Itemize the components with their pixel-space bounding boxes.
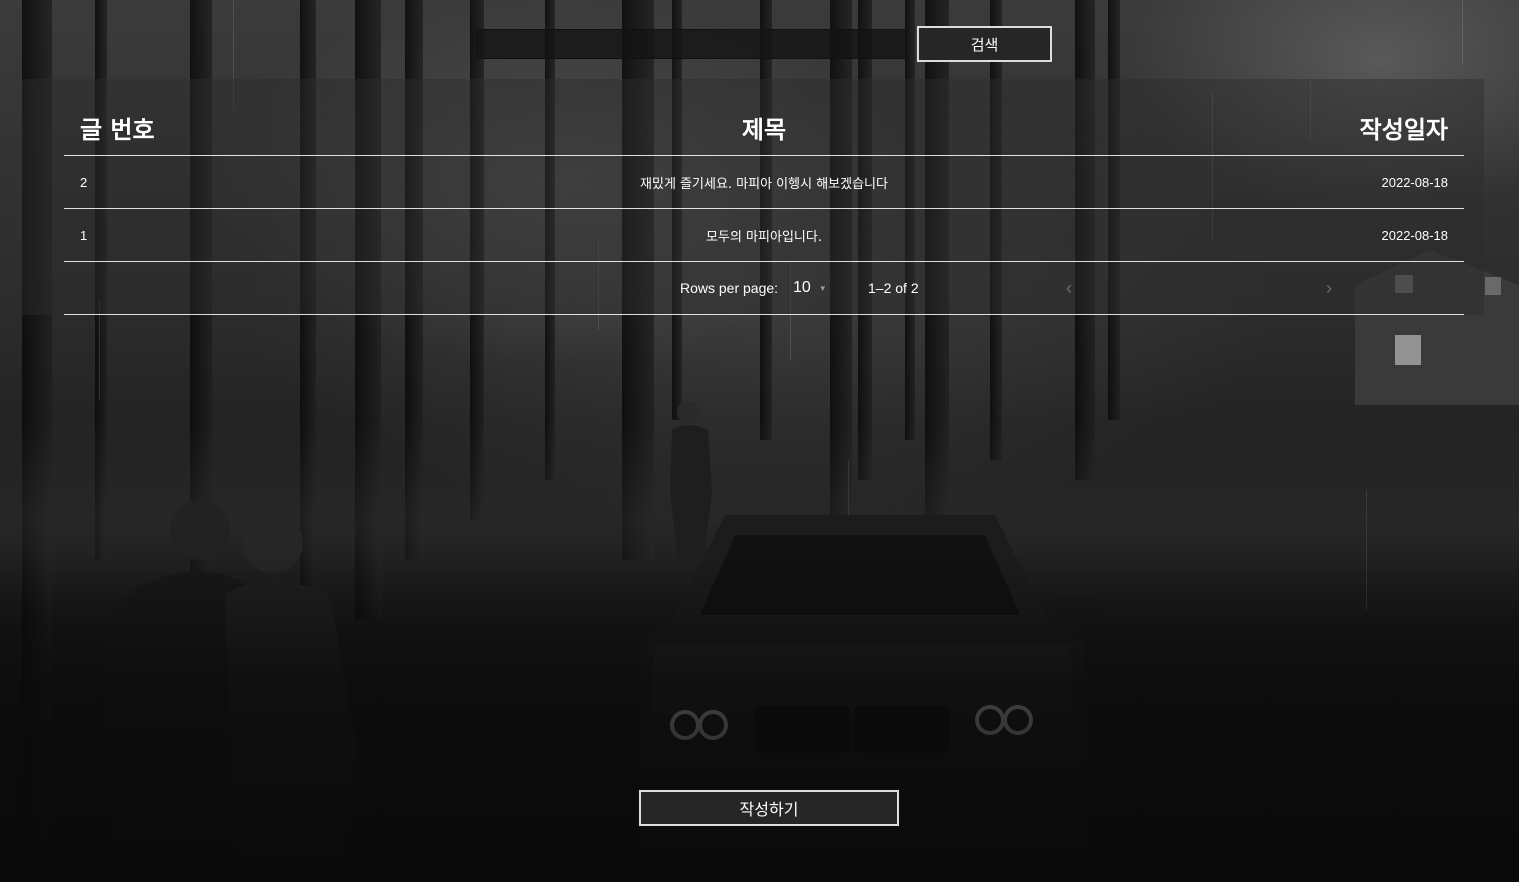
rows-per-page-value: 10 [793, 279, 811, 296]
header-number: 글 번호 [80, 115, 155, 144]
row-title[interactable]: 재밌게 즐기세요. 마피아 이헹시 해보겠습니다 [384, 173, 1144, 192]
chevron-right-icon[interactable]: › [1326, 278, 1332, 299]
rows-per-page-select[interactable]: 10 ▼ [793, 279, 827, 297]
row-date: 2022-08-18 [1381, 227, 1449, 243]
table-pagination: Rows per page: 10 ▼ 1–2 of 2 ‹ › [64, 262, 1464, 315]
header-title: 제목 [741, 115, 787, 144]
page-range: 1–2 of 2 [868, 280, 919, 296]
row-number: 2 [80, 174, 88, 190]
table-header: 글 번호 제목 작성일자 [64, 99, 1464, 156]
table-row[interactable]: 1 모두의 마피아입니다. 2022-08-18 [64, 209, 1464, 262]
row-title[interactable]: 모두의 마피아입니다. [384, 226, 1144, 245]
header-date: 작성일자 [1359, 115, 1448, 144]
row-number: 1 [80, 227, 88, 243]
search-button[interactable]: 검색 [917, 26, 1052, 62]
search-input[interactable] [476, 29, 906, 59]
rows-per-page-label: Rows per page: [680, 280, 779, 296]
write-post-button[interactable]: 작성하기 [639, 790, 899, 826]
caret-down-icon: ▼ [818, 283, 827, 293]
post-table: 글 번호 제목 작성일자 2 재밌게 즐기세요. 마피아 이헹시 해보겠습니다 … [64, 99, 1464, 315]
table-row[interactable]: 2 재밌게 즐기세요. 마피아 이헹시 해보겠습니다 2022-08-18 [64, 156, 1464, 209]
chevron-left-icon[interactable]: ‹ [1066, 278, 1072, 299]
row-date: 2022-08-18 [1381, 174, 1449, 190]
